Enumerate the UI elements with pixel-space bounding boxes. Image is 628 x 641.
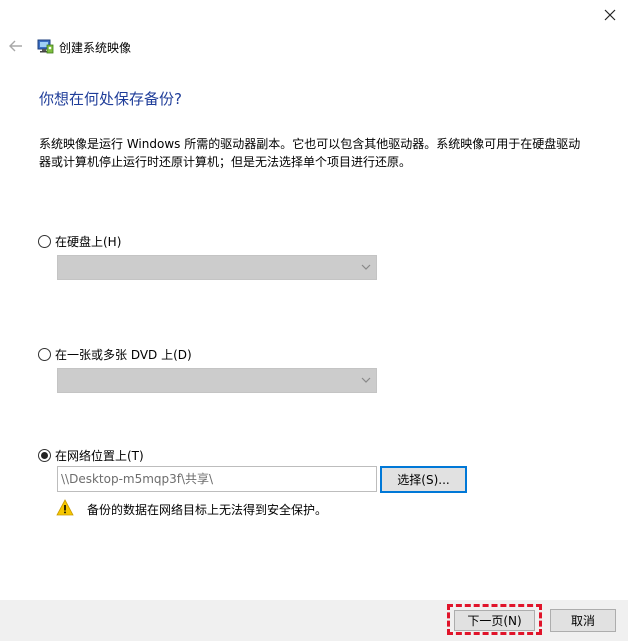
hard-disk-label: 在硬盘上(H) xyxy=(55,235,122,249)
back-button[interactable] xyxy=(6,36,26,56)
browse-button-label: 选择(S)... xyxy=(397,473,450,487)
chevron-down-icon xyxy=(361,264,371,270)
option-dvd[interactable]: 在一张或多张 DVD 上(D) xyxy=(38,346,192,363)
close-button[interactable] xyxy=(596,4,624,26)
network-label: 在网络位置上(T) xyxy=(55,449,144,463)
page-heading: 你想在何处保存备份? xyxy=(39,90,182,108)
option-network[interactable]: 在网络位置上(T) xyxy=(38,447,144,464)
next-button[interactable]: 下一页(N) xyxy=(454,610,535,631)
dvd-radio[interactable] xyxy=(38,348,51,361)
close-icon xyxy=(604,9,616,21)
hard-disk-radio[interactable] xyxy=(38,235,51,248)
chevron-down-icon xyxy=(361,377,371,383)
back-arrow-icon xyxy=(9,40,22,52)
window-title: 创建系统映像 xyxy=(59,41,132,55)
system-image-icon xyxy=(37,39,54,54)
option-hard-disk[interactable]: 在硬盘上(H) xyxy=(38,233,121,250)
hard-disk-dropdown[interactable] xyxy=(57,255,377,280)
page-description: 系统映像是运行 Windows 所需的驱动器副本。它也可以包含其他驱动器。系统映… xyxy=(39,137,581,169)
network-path-field[interactable]: \\Desktop-m5mqp3f\共享\ xyxy=(57,466,377,492)
network-radio[interactable] xyxy=(38,449,51,462)
dvd-label: 在一张或多张 DVD 上(D) xyxy=(55,348,192,362)
warning-text: 备份的数据在网络目标上无法得到安全保护。 xyxy=(87,503,328,517)
warning-icon xyxy=(56,499,74,516)
dvd-dropdown[interactable] xyxy=(57,368,377,393)
browse-button[interactable]: 选择(S)... xyxy=(380,466,467,493)
cancel-button[interactable]: 取消 xyxy=(550,609,616,632)
cancel-button-label: 取消 xyxy=(570,614,595,628)
next-button-label: 下一页(N) xyxy=(467,614,522,628)
